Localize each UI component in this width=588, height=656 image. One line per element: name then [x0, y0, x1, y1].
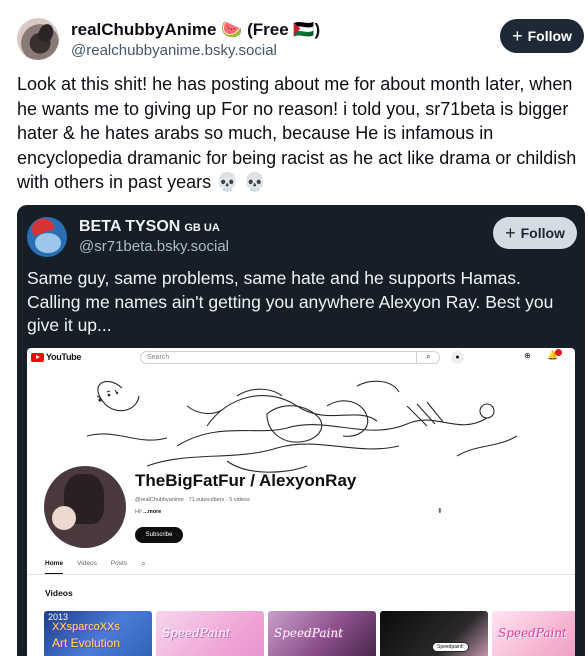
post-text: Look at this shit! he has posting about …	[17, 74, 577, 192]
notification-badge	[555, 349, 562, 356]
embed-post-text: Same guy, same problems, same hate and h…	[27, 268, 554, 335]
tab-posts: Posts	[110, 560, 128, 567]
youtube-top-bar: YouTube Search ⌕ ● ⊕ 🔔	[27, 348, 575, 366]
chevron-down-icon: ⬍	[437, 508, 443, 515]
author-avatar[interactable]	[17, 18, 59, 60]
follow-button[interactable]: + Follow	[500, 19, 584, 53]
video-thumbnail: 2013 XXsparcoXXs Art Evolution	[44, 611, 152, 656]
channel-avatar	[44, 466, 126, 548]
embed-follow-label: Follow	[520, 225, 565, 241]
channel-tabs: Home Videos Posts ⌕	[45, 558, 146, 574]
post-card: realChubbyAnime 🍉 (Free 🇵🇸) @realchubbya…	[0, 0, 588, 656]
channel-banner	[27, 366, 575, 474]
channel-meta: @realChubbyanime · 71 subscribers · 5 vi…	[135, 497, 250, 503]
channel-name: TheBigFatFur / AlexyonRay	[135, 471, 357, 490]
plus-icon: +	[505, 223, 516, 243]
create-icon: ⊕	[524, 351, 531, 360]
video-thumbnail: SpeedPaint	[156, 611, 264, 656]
follow-label: Follow	[527, 28, 572, 44]
video-thumbnail: Speedpaint!	[380, 611, 488, 656]
tabs-divider	[27, 574, 575, 575]
video-thumbnails: 2013 XXsparcoXXs Art Evolution SpeedPain…	[44, 611, 575, 656]
embed-author-avatar	[27, 217, 67, 257]
embed-author-name: BETA TYSON GB UA	[79, 218, 220, 235]
search-icon: ⌕	[416, 351, 440, 364]
author-handle[interactable]: @realchubbyanime.bsky.social	[71, 42, 277, 59]
embed-author-handle: @sr71beta.bsky.social	[79, 238, 230, 255]
tab-videos: Videos	[77, 560, 97, 567]
youtube-screenshot: YouTube Search ⌕ ● ⊕ 🔔 TheBigFatFur / Al…	[27, 348, 575, 656]
more-link: ...more	[143, 509, 162, 515]
search-icon: ⌕	[141, 559, 146, 568]
plus-icon: +	[512, 26, 523, 46]
author-name[interactable]: realChubbyAnime 🍉 (Free 🇵🇸)	[71, 20, 320, 40]
youtube-search-box: Search	[140, 351, 440, 364]
subscribe-button: Subscribe	[135, 527, 183, 543]
embed-follow-button: + Follow	[493, 217, 577, 249]
embed-author-flags: GB UA	[184, 222, 220, 234]
youtube-logo: YouTube	[31, 352, 81, 362]
videos-section-title: Videos	[45, 588, 73, 598]
youtube-play-icon	[31, 352, 44, 362]
channel-description: Hi! ...more	[135, 509, 162, 515]
embedded-screenshot[interactable]: BETA TYSON GB UA @sr71beta.bsky.social + …	[17, 205, 585, 656]
video-thumbnail: SpeedPaint	[492, 611, 575, 656]
tab-home: Home	[45, 558, 64, 574]
mic-icon: ●	[451, 351, 464, 364]
youtube-logo-text: YouTube	[46, 352, 82, 362]
video-thumbnail: SpeedPaint	[268, 611, 376, 656]
